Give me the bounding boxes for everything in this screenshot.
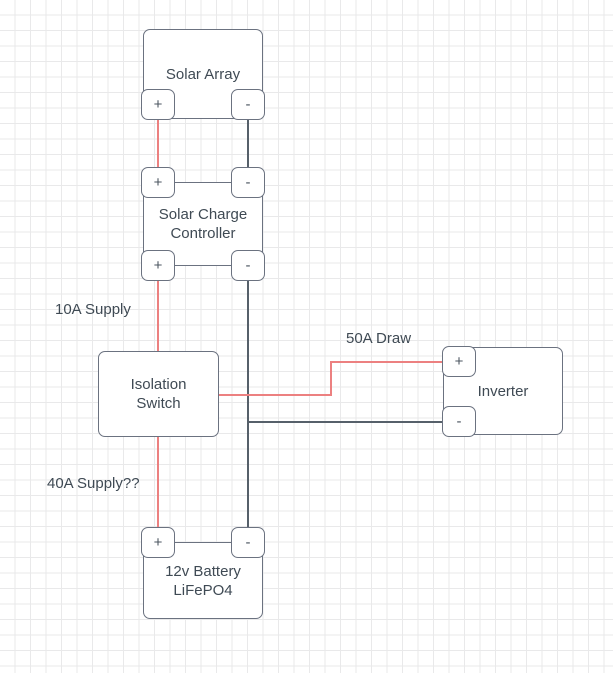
terminal-scc-bottom-plus[interactable]: + bbox=[141, 250, 175, 281]
node-solar-charge-controller-label: Solar Charge Controller bbox=[158, 206, 248, 242]
terminal-inverter-minus[interactable]: - bbox=[442, 406, 476, 437]
terminal-scc-bottom-minus[interactable]: - bbox=[231, 250, 265, 281]
wire-solar-array-minus-to-scc-minus bbox=[247, 119, 249, 168]
annotation-40a-supply: 40A Supply?? bbox=[47, 475, 140, 492]
node-isolation-switch[interactable]: Isolation Switch bbox=[98, 351, 219, 437]
terminal-battery-plus-label: + bbox=[153, 534, 163, 551]
terminal-solar-array-plus-label: + bbox=[153, 96, 163, 113]
terminal-inverter-plus[interactable]: + bbox=[442, 346, 476, 377]
terminal-inverter-plus-label: + bbox=[454, 353, 464, 370]
wire-scc-minus-to-battery-minus bbox=[247, 266, 249, 543]
terminal-scc-top-minus[interactable]: - bbox=[231, 167, 265, 198]
annotation-10a-supply: 10A Supply bbox=[55, 301, 131, 318]
terminal-solar-array-plus[interactable]: + bbox=[141, 89, 175, 120]
terminal-scc-bottom-plus-label: + bbox=[153, 257, 163, 274]
wire-isolation-switch-to-battery-plus bbox=[157, 432, 159, 542]
wiring-diagram-canvas: Solar Array + - Solar Charge Controller … bbox=[0, 0, 613, 673]
node-solar-array-label: Solar Array bbox=[165, 65, 241, 83]
terminal-scc-top-plus-label: + bbox=[153, 174, 163, 191]
terminal-solar-array-minus[interactable]: - bbox=[231, 89, 265, 120]
terminal-battery-minus-label: - bbox=[245, 534, 251, 551]
annotation-50a-draw: 50A Draw bbox=[346, 330, 412, 347]
wire-isolation-switch-to-inverter-plus-seg3 bbox=[330, 361, 445, 363]
wire-isolation-switch-to-inverter-plus-seg2 bbox=[330, 362, 332, 396]
terminal-solar-array-minus-label: - bbox=[245, 96, 251, 113]
terminal-battery-minus[interactable]: - bbox=[231, 527, 265, 558]
wire-solar-array-plus-to-scc-plus bbox=[157, 119, 159, 168]
node-battery-label: 12v Battery LiFePO4 bbox=[165, 562, 241, 599]
wire-isolation-switch-to-inverter-plus-seg1 bbox=[215, 394, 332, 396]
terminal-battery-plus[interactable]: + bbox=[141, 527, 175, 558]
wire-battery-minus-to-inverter-minus bbox=[247, 421, 445, 423]
node-isolation-switch-label: Isolation Switch bbox=[130, 376, 187, 412]
terminal-inverter-minus-label: - bbox=[456, 413, 462, 430]
terminal-scc-top-minus-label: - bbox=[245, 174, 251, 191]
node-inverter-label: Inverter bbox=[477, 382, 529, 400]
terminal-scc-bottom-minus-label: - bbox=[245, 257, 251, 274]
terminal-scc-top-plus[interactable]: + bbox=[141, 167, 175, 198]
